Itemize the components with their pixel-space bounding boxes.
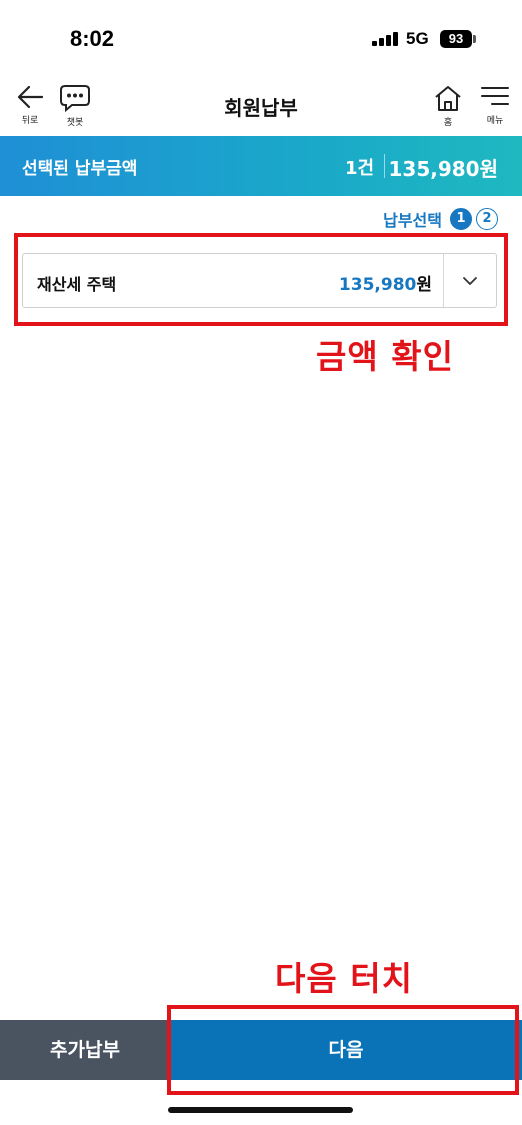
annotation-touch-next: 다음 터치 <box>275 959 413 998</box>
menu-icon <box>481 87 509 105</box>
network-type: 5G <box>406 29 429 48</box>
menu-button[interactable]: 메뉴 <box>473 84 517 136</box>
annotation-amount-check: 금액 확인 <box>316 337 454 376</box>
back-button[interactable]: 뒤로 <box>8 84 52 136</box>
status-bar: 8:02 5G 93 <box>0 0 522 76</box>
amount-highlight-box <box>14 233 508 326</box>
battery-tip <box>473 35 476 43</box>
next-highlight-box <box>167 1005 519 1095</box>
step-label: 납부선택 <box>383 211 442 230</box>
back-arrow-icon <box>17 85 44 109</box>
back-label: 뒤로 <box>21 116 39 126</box>
menu-label: 메뉴 <box>486 116 504 126</box>
selected-amount-banner: 선택된 납부금액 1건 135,980원 <box>0 136 522 196</box>
app-header: 회원납부 뒤로 챗봇 홈 메뉴 <box>0 80 522 136</box>
chatbot-icon <box>60 85 90 112</box>
summary-divider <box>384 154 385 178</box>
status-time: 8:02 <box>70 26 115 51</box>
battery-icon: 93 <box>440 30 472 48</box>
step-1: 1 <box>450 208 472 230</box>
home-label: 홈 <box>443 118 453 128</box>
signal-icon <box>372 32 400 46</box>
home-icon <box>435 86 461 111</box>
home-indicator[interactable] <box>168 1107 353 1113</box>
summary-label: 선택된 납부금액 <box>22 159 138 179</box>
chatbot-button[interactable]: 챗봇 <box>53 84 97 136</box>
chatbot-label: 챗봇 <box>66 118 84 128</box>
step-indicator: 납부선택 1 2 <box>383 207 498 231</box>
home-button[interactable]: 홈 <box>426 84 470 136</box>
add-payment-button[interactable]: 추가납부 <box>0 1020 170 1080</box>
step-2: 2 <box>476 208 498 230</box>
summary-count: 1건 <box>345 158 375 179</box>
summary-amount: 135,980원 <box>388 157 499 181</box>
